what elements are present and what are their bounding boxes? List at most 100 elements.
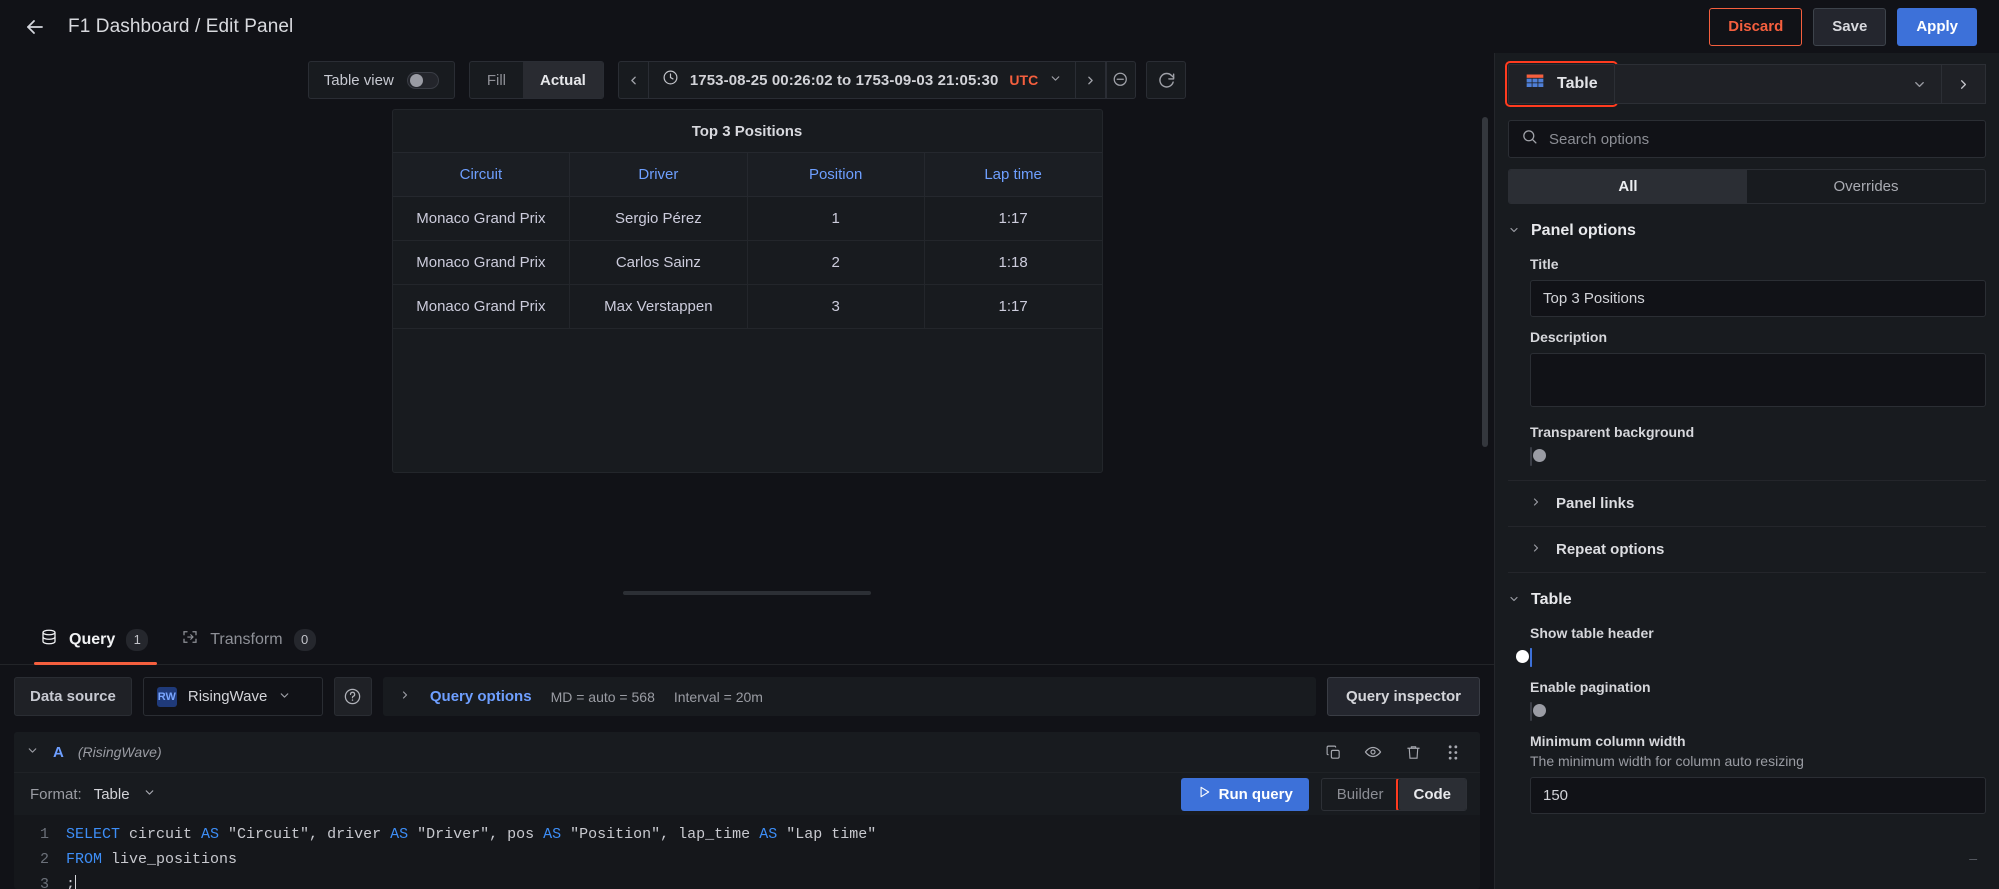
code-line-text: ;	[66, 875, 77, 889]
datasource-row: Data source RW RisingWave Query options …	[0, 665, 1494, 728]
risingwave-logo-icon: RW	[156, 686, 177, 707]
panel-description-label: Description	[1530, 329, 1608, 345]
code-line: 2 FROM live_positions —	[14, 847, 1977, 872]
query-options-row[interactable]: Query options MD = auto = 568 Interval =…	[382, 677, 1316, 716]
format-label: Format:	[30, 785, 82, 803]
actual-option[interactable]: Actual	[523, 62, 603, 98]
chevron-down-icon[interactable]	[1897, 65, 1941, 103]
zoom-out-icon[interactable]	[1106, 61, 1137, 99]
edit-panel-page: F1 Dashboard / Edit Panel Discard Save A…	[0, 0, 1999, 889]
builder-code-toggle: Builder Code	[1320, 777, 1467, 811]
column-header-position[interactable]: Position	[747, 152, 925, 197]
cell-position: 3	[747, 284, 925, 329]
group-panel-links[interactable]: Panel links	[1508, 481, 1986, 526]
format-select[interactable]: Table	[94, 786, 156, 803]
segment-overrides[interactable]: Overrides	[1747, 170, 1985, 203]
query-options-interval: Interval = 20m	[673, 688, 763, 705]
sql-code-editor[interactable]: 1 SELECT circuit AS "Circuit", driver AS…	[14, 815, 1977, 889]
cell-circuit: Monaco Grand Prix	[392, 196, 571, 241]
cell-circuit: Monaco Grand Prix	[392, 284, 571, 329]
line-number: 3	[39, 876, 49, 889]
minimum-column-width-label: Minimum column width	[1530, 733, 1686, 749]
cell-position: 1	[747, 196, 925, 241]
group-panel-options[interactable]: Panel options	[1508, 204, 1986, 244]
column-header-driver[interactable]: Driver	[569, 152, 748, 197]
query-inspector-button[interactable]: Query inspector	[1326, 677, 1480, 716]
chevron-down-icon[interactable]	[278, 689, 291, 705]
builder-option[interactable]: Builder	[1322, 779, 1399, 810]
viz-toolbar: Table view Fill Actual 1753-08-25 00:26:…	[0, 53, 1494, 107]
cell-driver: Max Verstappen	[569, 284, 748, 329]
show-table-header-switch[interactable]	[1516, 648, 1532, 667]
query-datasource-hint: (RisingWave)	[77, 744, 162, 760]
panel-title-label: Title	[1530, 256, 1559, 272]
apply-button[interactable]: Apply	[1897, 7, 1977, 46]
save-button[interactable]: Save	[1813, 7, 1887, 46]
collapse-options-pane-icon[interactable]	[1941, 65, 1985, 103]
chevron-right-icon	[399, 689, 411, 704]
panel-resize-handle[interactable]	[623, 591, 871, 595]
visualization-name: Table	[1557, 75, 1598, 92]
group-repeat-options[interactable]: Repeat options	[1508, 526, 1986, 572]
chevron-right-icon	[1530, 496, 1542, 511]
search-options-input[interactable]	[1549, 130, 1973, 148]
column-header-lap-time[interactable]: Lap time	[924, 152, 1102, 197]
body-split: Table view Fill Actual 1753-08-25 00:26:…	[0, 53, 1999, 889]
switch-knob	[409, 73, 423, 87]
chevron-down-icon[interactable]	[1049, 72, 1062, 88]
cell-lap-time: 1:17	[924, 284, 1102, 329]
enable-pagination-switch[interactable]	[1530, 702, 1546, 721]
chevron-down-icon	[143, 786, 156, 803]
time-range-text: 1753-08-25 00:26:02 to 1753-09-03 21:05:…	[689, 71, 999, 89]
time-prev-icon[interactable]	[617, 61, 648, 99]
minimum-column-width-description: The minimum width for column auto resizi…	[1530, 753, 1804, 769]
trash-icon[interactable]	[1400, 739, 1426, 765]
query-ref-id[interactable]: A	[53, 744, 64, 761]
minimum-column-width-input[interactable]	[1530, 777, 1986, 814]
run-query-button[interactable]: Run query	[1180, 777, 1309, 811]
code-line: 1 SELECT circuit AS "Circuit", driver AS…	[14, 822, 1480, 847]
panel-title-input[interactable]	[1530, 280, 1986, 317]
question-circle-icon[interactable]	[333, 677, 372, 716]
table-header-row: Circuit Driver Position Lap time	[392, 152, 1102, 197]
refresh-icon[interactable]	[1146, 61, 1187, 99]
field-enable-pagination: Enable pagination	[1508, 667, 1986, 721]
visualization-picker-rest	[1614, 64, 1986, 104]
format-value: Table	[93, 785, 130, 803]
top-bar: F1 Dashboard / Edit Panel Discard Save A…	[0, 0, 1999, 53]
line-number: 2	[39, 851, 49, 868]
switch-knob	[1533, 449, 1546, 462]
table-view-switch[interactable]	[406, 71, 439, 89]
visualization-panel: Top 3 Positions Circuit Driver Position …	[391, 109, 1103, 473]
drag-handle-icon[interactable]	[1440, 739, 1466, 765]
tab-transform[interactable]: Transform 0	[171, 628, 328, 664]
fill-option[interactable]: Fill	[470, 62, 523, 98]
time-range-picker: 1753-08-25 00:26:02 to 1753-09-03 21:05:…	[617, 61, 1137, 99]
discard-button[interactable]: Discard	[1709, 7, 1803, 46]
transparent-background-switch[interactable]	[1530, 447, 1546, 466]
eye-icon[interactable]	[1360, 739, 1386, 765]
datasource-picker[interactable]: RW RisingWave	[142, 677, 323, 716]
time-next-icon[interactable]	[1076, 61, 1107, 99]
code-option[interactable]: Code	[1395, 778, 1466, 810]
preview-scrollbar[interactable]	[1482, 117, 1488, 447]
panel-description-input[interactable]	[1530, 353, 1986, 407]
code-line: 3 ;	[14, 872, 1480, 889]
back-arrow-icon[interactable]	[18, 10, 52, 44]
field-minimum-column-width: Minimum column width The minimum width f…	[1508, 721, 1986, 814]
table-view-toggle[interactable]: Table view	[307, 61, 455, 99]
search-options-box[interactable]	[1508, 120, 1986, 158]
group-table-options[interactable]: Table	[1508, 573, 1986, 613]
clock-icon	[662, 69, 679, 91]
time-range-button[interactable]: 1753-08-25 00:26:02 to 1753-09-03 21:05:…	[647, 61, 1077, 99]
options-scroll-pane: All Overrides Panel options Title	[1495, 104, 1999, 889]
search-icon	[1521, 128, 1538, 150]
collapse-query-icon[interactable]	[26, 744, 39, 760]
panel-preview-area: Top 3 Positions Circuit Driver Position …	[0, 107, 1494, 613]
visualization-picker-button[interactable]: Table	[1505, 61, 1618, 107]
copy-icon[interactable]	[1320, 739, 1346, 765]
tab-query[interactable]: Query 1	[30, 628, 161, 665]
segment-all[interactable]: All	[1509, 170, 1747, 203]
column-header-circuit[interactable]: Circuit	[392, 152, 571, 197]
cell-driver: Sergio Pérez	[569, 196, 748, 241]
